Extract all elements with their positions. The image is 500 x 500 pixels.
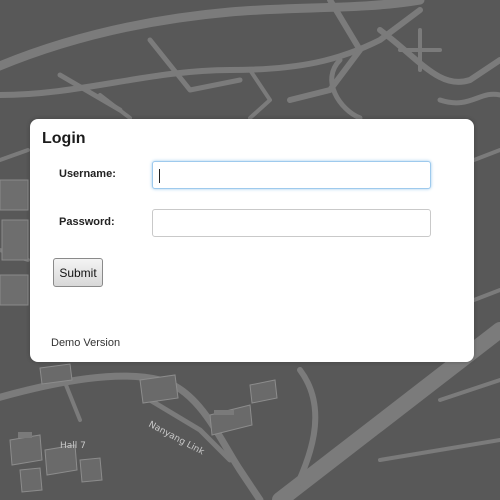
page: Hall 7 Nanyang Link Login Username: Pass… [0,0,500,500]
login-dialog: Login Username: Password: Submit Demo Ve… [30,119,474,362]
password-label: Password: [59,216,115,228]
username-label: Username: [59,168,116,180]
submit-button[interactable]: Submit [53,258,103,287]
text-cursor [159,169,160,183]
map-label-hall: Hall 7 [60,441,86,451]
dialog-title: Login [42,130,86,147]
password-input[interactable] [152,209,431,237]
username-input[interactable] [152,161,431,189]
demo-version-label: Demo Version [51,337,121,349]
